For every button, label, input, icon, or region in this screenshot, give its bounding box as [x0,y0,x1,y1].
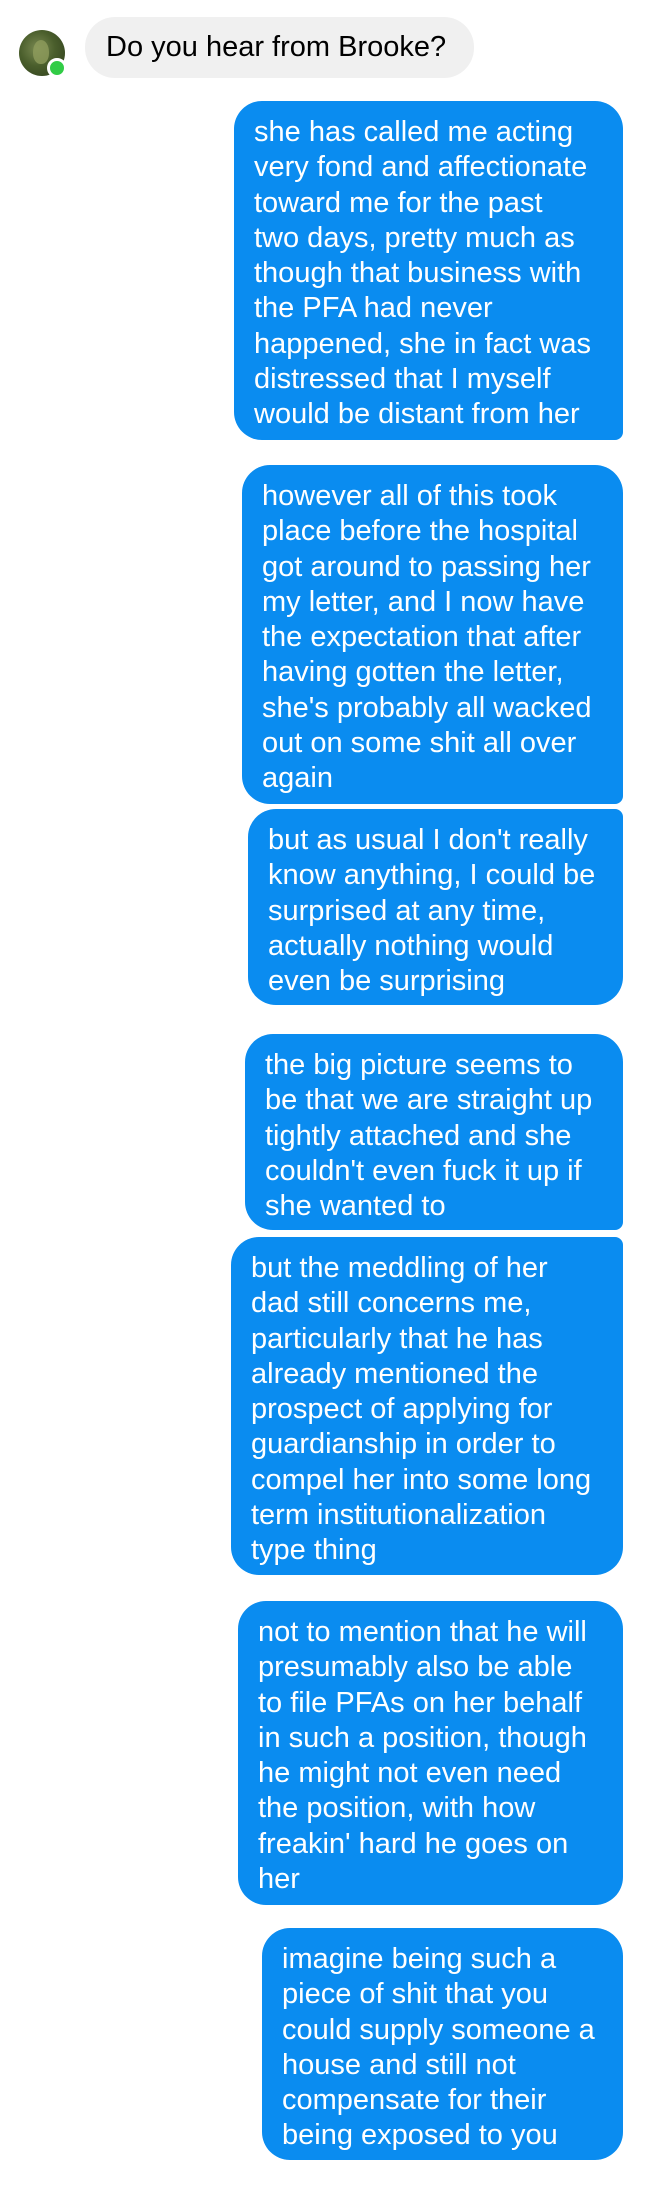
message-bubble-outgoing[interactable]: she has called me acting very fond and a… [234,101,623,440]
contact-avatar[interactable] [19,30,67,78]
message-bubble-outgoing[interactable]: imagine being such a piece of shit that … [262,1928,623,2160]
avatar-plant-icon [33,40,49,64]
message-bubble-outgoing[interactable]: however all of this took place before th… [242,465,623,804]
message-bubble-outgoing[interactable]: the big picture seems to be that we are … [245,1034,623,1230]
message-bubble-incoming[interactable]: Do you hear from Brooke? [85,17,474,78]
online-status-dot [47,58,67,78]
message-bubble-outgoing[interactable]: not to mention that he will presumably a… [238,1601,623,1905]
message-bubble-outgoing[interactable]: but the meddling of her dad still concer… [231,1237,623,1575]
message-bubble-outgoing[interactable]: but as usual I don't really know anythin… [248,809,623,1005]
